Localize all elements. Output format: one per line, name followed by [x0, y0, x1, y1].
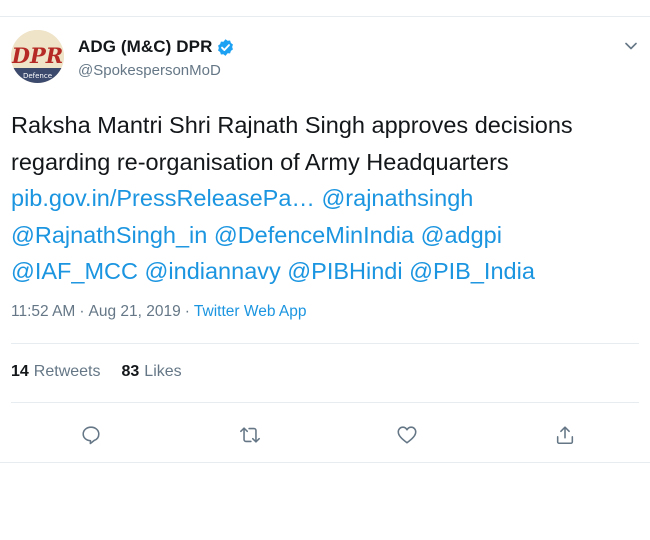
mention-link[interactable]: @RajnathSingh_in [11, 222, 207, 248]
reply-icon [82, 426, 100, 445]
avatar-logo-text: DPR [11, 43, 63, 68]
tweet-date[interactable]: Aug 21, 2019 [89, 303, 181, 320]
share-icon [556, 426, 574, 445]
tweet-text: Raksha Mantri Shri Rajnath Singh approve… [11, 107, 636, 290]
author-handle[interactable]: @SpokespersonMoD [78, 62, 221, 79]
retweet-icon [240, 427, 260, 443]
tweet-time[interactable]: 11:52 AM [11, 303, 75, 320]
like-button[interactable] [394, 422, 420, 448]
mention-link[interactable]: @indiannavy [145, 258, 281, 284]
tweet-text-segment: Raksha Mantri Shri Rajnath Singh approve… [11, 112, 573, 138]
author-name-row[interactable]: ADG (M&C) DPR [78, 36, 235, 58]
retweets-count: 14 [11, 363, 29, 380]
mention-link[interactable]: @PIBHindi [287, 258, 402, 284]
verified-badge-icon [216, 38, 235, 57]
stats-divider [11, 402, 639, 403]
meta-separator: · [79, 303, 85, 320]
mention-link[interactable]: @adgpi [421, 222, 502, 248]
heart-icon [397, 426, 417, 444]
tweet-card: DPR Defence ADG (M&C) DPR @SpokespersonM… [0, 17, 650, 463]
likes-stat[interactable]: 83 Likes [122, 363, 182, 381]
avatar-logo-subtext: Defence [23, 72, 52, 80]
author-display-name: ADG (M&C) DPR [78, 37, 213, 56]
action-bar [0, 422, 650, 448]
retweets-label: Retweets [33, 363, 101, 380]
page: DPR Defence ADG (M&C) DPR @SpokespersonM… [0, 0, 650, 540]
tweet-text-segment: regarding re-organisation of Army Headqu… [11, 148, 509, 175]
tweet-text-line: pib.gov.in/PressReleasePa… @rajnathsingh [11, 180, 636, 217]
mention-link[interactable]: @PIB_India [409, 258, 535, 284]
tweet-text-line: @RajnathSingh_in @DefenceMinIndia @adgpi [11, 217, 636, 254]
meta-separator: · [184, 303, 190, 320]
url-link[interactable]: pib.gov.in/PressReleasePa… [11, 185, 315, 211]
share-button[interactable] [552, 422, 578, 448]
tweet-stats: 14 Retweets 83 Likes [11, 363, 182, 381]
tweet-text-line: Raksha Mantri Shri Rajnath Singh approve… [11, 107, 636, 144]
tweet-text-line: @IAF_MCC @indiannavy @PIBHindi @PIB_Indi… [11, 253, 636, 290]
avatar-logo: DPR Defence [11, 30, 64, 83]
likes-count: 83 [121, 363, 140, 380]
reply-button[interactable] [78, 422, 104, 448]
chevron-down-icon [625, 42, 637, 50]
more-options-button[interactable] [620, 35, 642, 57]
mention-link[interactable]: @DefenceMinIndia [214, 222, 414, 248]
tweet-text-line: regarding re-organisation of Army Headqu… [11, 144, 636, 181]
avatar[interactable]: DPR Defence [11, 30, 64, 83]
retweet-button[interactable] [237, 422, 263, 448]
tweet-meta: 11:52 AM · Aug 21, 2019 · Twitter Web App [11, 303, 307, 321]
meta-divider [11, 343, 639, 344]
retweets-stat[interactable]: 14 Retweets [11, 363, 101, 381]
likes-label: Likes [144, 363, 182, 380]
mention-link[interactable]: @IAF_MCC [11, 258, 138, 284]
tweet-source-link[interactable]: Twitter Web App [194, 303, 307, 320]
mention-link[interactable]: @rajnathsingh [321, 185, 473, 211]
